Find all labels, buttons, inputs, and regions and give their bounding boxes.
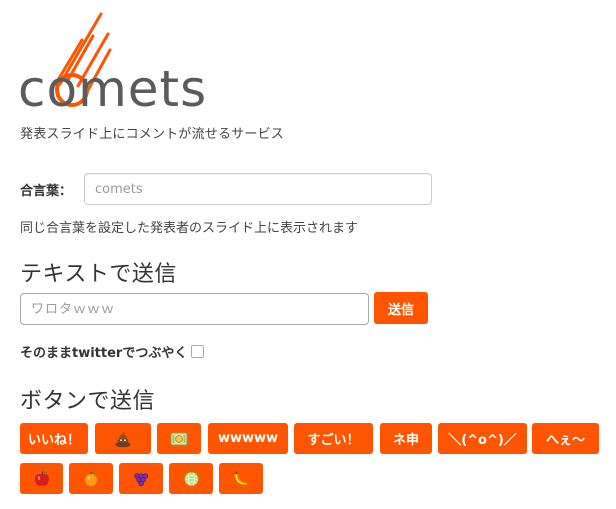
grapes-icon [134,470,149,487]
reaction-iine-button[interactable]: いいね！ [20,423,88,454]
tweet-checkbox[interactable] [191,345,205,358]
send-button[interactable]: 送信 [374,292,428,324]
tagline: 発表スライド上にコメントが流せるサービス [20,127,285,142]
reaction-grapes-button[interactable] [119,463,163,494]
logo-text: comets [18,60,207,110]
page: comets 発表スライド上にコメントが流せるサービス 合言葉： 同じ合言葉を設… [0,0,616,509]
passphrase-help: 同じ合言葉を設定した発表者のスライド上に表示されます [20,221,359,236]
reaction-hee-button[interactable]: へぇ〜 [532,423,599,454]
melon-icon [183,470,199,487]
reaction-wwwww-button[interactable]: wwwww [208,423,288,454]
comets-logo: comets [18,10,238,110]
banana-icon [234,471,248,486]
passphrase-label: 合言葉： [20,184,73,199]
apple-icon [34,471,49,486]
reaction-orange-button[interactable] [69,463,113,494]
reaction-poop-button[interactable] [95,423,151,454]
money-icon [170,432,188,445]
tweet-label: そのままtwitterでつぶやく [20,346,188,361]
comet-logo-icon: comets [18,12,207,110]
reaction-melon-button[interactable] [169,463,213,494]
button-send-heading: ボタンで送信 [20,389,156,414]
poop-icon [115,431,131,447]
orange-icon [84,471,98,487]
passphrase-input[interactable] [84,173,432,205]
reaction-apple-button[interactable] [20,463,63,494]
reaction-banana-button[interactable] [219,463,263,494]
text-send-heading: テキストで送信 [20,262,177,287]
message-input[interactable] [20,293,369,325]
reaction-money-button[interactable] [157,423,201,454]
reaction-sugoi-button[interactable]: すごい！ [294,423,373,454]
reaction-kami-button[interactable]: ネ申 [380,423,432,454]
tweet-option: そのままtwitterでつぶやく [20,342,205,361]
reaction-banzai-button[interactable]: ＼(^o^)／ [438,423,527,454]
